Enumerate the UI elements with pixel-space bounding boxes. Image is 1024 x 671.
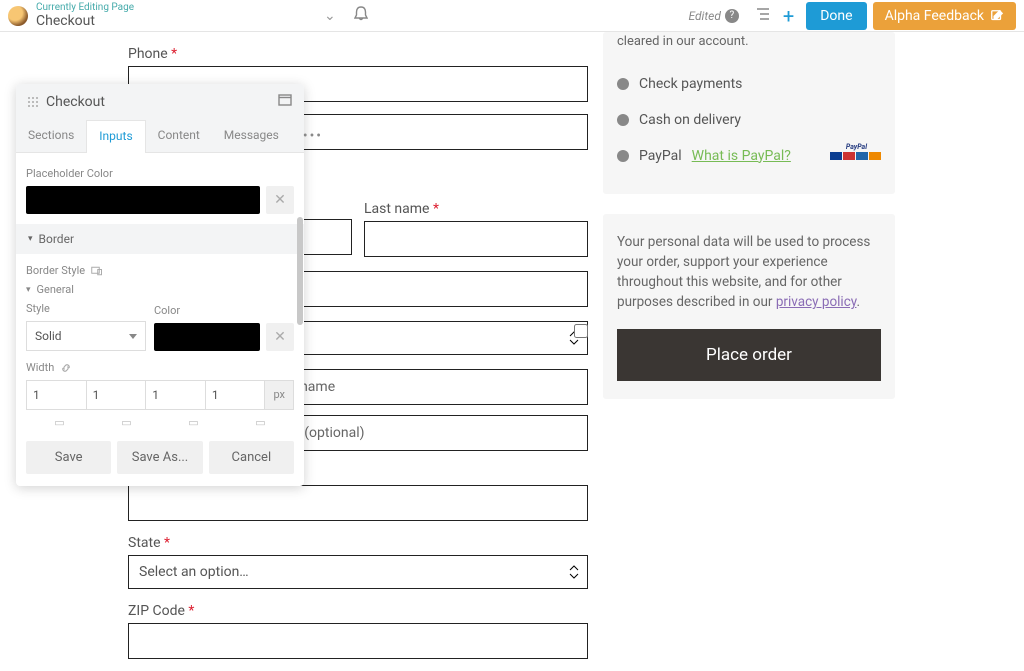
chevron-down-icon: ▾	[26, 285, 31, 295]
privacy-box: Your personal data will be used to proce…	[603, 214, 895, 399]
chevron-down-icon: ▾	[28, 234, 33, 244]
radio-icon	[617, 114, 629, 126]
privacy-policy-link[interactable]: privacy policy	[776, 294, 857, 310]
town-input[interactable]	[128, 485, 588, 521]
page-name: Checkout	[36, 13, 134, 29]
card-icons	[830, 152, 881, 160]
editing-label: Currently Editing Page	[36, 2, 134, 13]
placeholder-color-label: Placeholder Color	[26, 167, 294, 180]
panel-header[interactable]: Checkout	[16, 84, 304, 120]
feedback-label: Alpha Feedback	[885, 8, 984, 24]
app-logo	[8, 6, 28, 26]
maximize-icon[interactable]	[278, 94, 292, 110]
radio-icon	[617, 150, 629, 162]
width-left-input[interactable]	[205, 380, 265, 410]
general-accordion[interactable]: ▾General	[26, 283, 294, 296]
save-button[interactable]: Save	[26, 441, 111, 474]
width-unit[interactable]: px	[264, 380, 294, 410]
tab-content[interactable]: Content	[146, 120, 212, 152]
width-top-input[interactable]	[26, 380, 86, 410]
clear-border-color[interactable]: ✕	[266, 323, 294, 351]
page-context[interactable]: Currently Editing Page Checkout	[36, 2, 134, 29]
pay-paypal[interactable]: PayPal What is PayPal? PayPal	[617, 138, 881, 174]
help-icon[interactable]: ?	[725, 9, 739, 23]
payment-methods: cleared in our account. Check payments C…	[603, 32, 895, 194]
border-color-swatch[interactable]	[154, 323, 260, 351]
outline-icon[interactable]	[755, 6, 771, 25]
pay-cod[interactable]: Cash on delivery	[617, 102, 881, 138]
cancel-button[interactable]: Cancel	[209, 441, 294, 474]
notifications-icon[interactable]	[354, 6, 368, 26]
placeholder-color-swatch[interactable]	[26, 186, 260, 214]
link-icon[interactable]	[60, 362, 72, 374]
width-right-input[interactable]	[86, 380, 146, 410]
border-accordion[interactable]: ▾Border	[16, 224, 304, 254]
zip-input[interactable]	[128, 623, 588, 659]
privacy-text: Your personal data will be used to proce…	[617, 232, 881, 313]
feedback-button[interactable]: Alpha Feedback	[873, 2, 1016, 30]
phone-label: Phone *	[128, 46, 588, 62]
width-bottom-input[interactable]	[145, 380, 205, 410]
ship-different-checkbox[interactable]	[574, 324, 588, 338]
top-bar: Currently Editing Page Checkout ⌄ Edited…	[0, 0, 1024, 32]
edited-label: Edited	[688, 9, 720, 23]
width-label-row: Width	[26, 361, 294, 374]
style-label: Style	[26, 302, 146, 315]
page-dropdown-icon[interactable]: ⌄	[324, 8, 336, 24]
save-as-button[interactable]: Save As...	[117, 441, 202, 474]
edit-icon	[990, 9, 1004, 23]
last-name-input[interactable]	[364, 221, 588, 257]
bank-transfer-note: cleared in our account.	[617, 32, 881, 66]
panel-tabs: Sections Inputs Content Messages •••	[16, 120, 304, 153]
state-select[interactable]: Select an option…	[128, 555, 588, 589]
side-indicator-icons	[26, 416, 294, 429]
state-label: State *	[128, 535, 588, 551]
add-icon[interactable]: +	[783, 4, 794, 28]
responsive-icon	[91, 266, 103, 276]
order-summary: cleared in our account. Check payments C…	[603, 32, 895, 399]
panel-title: Checkout	[46, 94, 278, 110]
last-name-label: Last name *	[364, 201, 588, 217]
tab-messages[interactable]: Messages	[212, 120, 291, 152]
tab-inputs[interactable]: Inputs	[86, 120, 145, 153]
tab-sections[interactable]: Sections	[16, 120, 86, 152]
place-order-button[interactable]: Place order	[617, 329, 881, 381]
drag-handle-icon[interactable]	[28, 97, 38, 107]
tab-more-icon[interactable]: •••	[291, 120, 335, 152]
what-is-paypal-link[interactable]: What is PayPal?	[692, 148, 791, 164]
clear-placeholder-color[interactable]: ✕	[266, 186, 294, 214]
scrollbar-thumb[interactable]	[297, 217, 303, 325]
border-style-select[interactable]: Solid	[26, 321, 146, 351]
done-button[interactable]: Done	[806, 2, 866, 30]
zip-label: ZIP Code *	[128, 603, 588, 619]
settings-panel: Checkout Sections Inputs Content Message…	[16, 84, 304, 486]
border-style-label: Border Style	[26, 264, 294, 277]
paypal-logo: PayPal	[846, 143, 867, 151]
color-label: Color	[154, 304, 294, 317]
pay-check[interactable]: Check payments	[617, 66, 881, 102]
radio-icon	[617, 78, 629, 90]
